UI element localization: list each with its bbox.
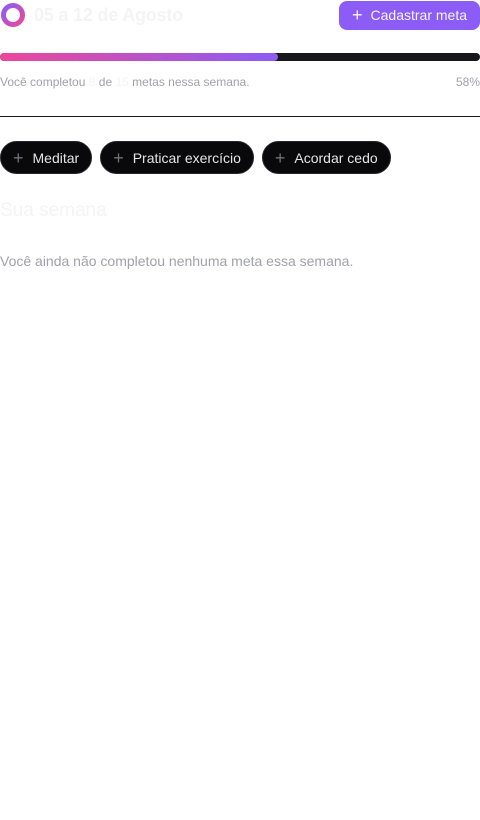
- progress-connector: de: [98, 75, 113, 89]
- plus-icon: +: [274, 147, 286, 168]
- section-divider: [0, 116, 480, 117]
- progress-fill: [0, 53, 279, 61]
- empty-state-message: Você ainda não completou nenhuma meta es…: [0, 253, 354, 269]
- pending-goal-label: Acordar cedo: [294, 149, 378, 166]
- pending-goals-list: + Meditar + Praticar exercício + Acordar…: [0, 141, 391, 174]
- app-header: 05 a 12 de Agosto + Cadastrar meta: [0, 0, 480, 30]
- section-title: Sua semana: [0, 200, 107, 221]
- create-goal-label: Cadastrar meta: [370, 7, 467, 23]
- plus-icon: +: [352, 5, 363, 25]
- pending-goal-meditar[interactable]: + Meditar: [0, 141, 93, 174]
- pending-goal-praticar-exercicio[interactable]: + Praticar exercício: [100, 141, 254, 174]
- pending-goal-acordar-cedo[interactable]: + Acordar cedo: [261, 141, 391, 174]
- progress-prefix: Você completou: [0, 75, 86, 89]
- progress-percent: 58%: [455, 75, 480, 89]
- progress-suffix: metas nessa semana.: [132, 75, 250, 89]
- completed-count: 8: [88, 75, 96, 89]
- create-goal-button[interactable]: + Cadastrar meta: [339, 0, 480, 30]
- week-range-title: 05 a 12 de Agosto: [34, 4, 183, 25]
- plus-icon: +: [113, 147, 124, 168]
- pending-goal-label: Praticar exercício: [132, 149, 241, 166]
- ring-logo-icon: [1, 3, 25, 27]
- goals-progress-bar: [0, 53, 480, 61]
- plus-icon: +: [13, 147, 24, 168]
- total-count: 15: [115, 75, 129, 89]
- progress-summary: Você completou 8 de 15 metas nessa seman…: [0, 75, 250, 89]
- pending-goal-label: Meditar: [32, 149, 80, 166]
- header-left: 05 a 12 de Agosto: [0, 2, 183, 28]
- progress-info: Você completou 8 de 15 metas nessa seman…: [0, 75, 480, 89]
